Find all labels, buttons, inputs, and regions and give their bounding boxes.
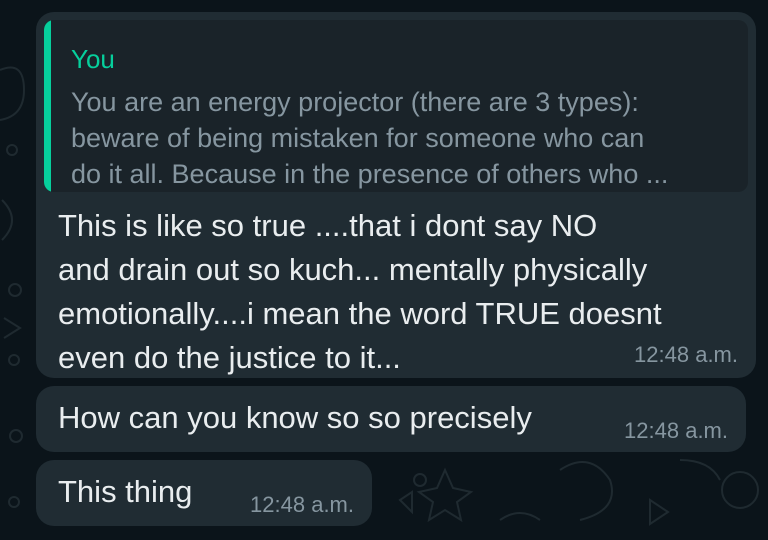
quote-author: You	[71, 44, 115, 74]
message-line: This thing	[58, 474, 193, 509]
message-line: even do the justice to it...	[58, 340, 401, 375]
message-bubble-reply[interactable]: You You are an energy projector (there a…	[36, 12, 756, 378]
quote-line: beware of being mistaken for someone who…	[71, 123, 645, 153]
message-line: and drain out so kuch... mentally physic…	[58, 252, 648, 287]
message-timestamp: 12:48 a.m.	[624, 418, 728, 443]
message-line: This is like so true ....that i dont say…	[58, 208, 598, 243]
message-text: This thing	[58, 470, 192, 514]
message-text: How can you know so so precisely	[58, 396, 532, 440]
quoted-message[interactable]: You You are an energy projector (there a…	[44, 20, 748, 192]
message-bubble[interactable]: How can you know so so precisely 12:48 a…	[36, 386, 746, 452]
message-text: This is like so true ....that i dont say…	[58, 204, 662, 380]
quote-line: You are an energy projector (there are 3…	[71, 87, 639, 117]
message-line: How can you know so so precisely	[58, 400, 532, 435]
message-bubble[interactable]: This thing 12:48 a.m.	[36, 460, 372, 526]
quote-line: do it all. Because in the presence of ot…	[71, 159, 669, 189]
quote-accent-bar	[44, 20, 51, 192]
message-timestamp: 12:48 a.m.	[250, 492, 354, 517]
message-line: emotionally....i mean the word TRUE does…	[58, 296, 662, 331]
message-timestamp: 12:48 a.m.	[634, 342, 738, 367]
quote-text: You are an energy projector (there are 3…	[71, 84, 735, 192]
